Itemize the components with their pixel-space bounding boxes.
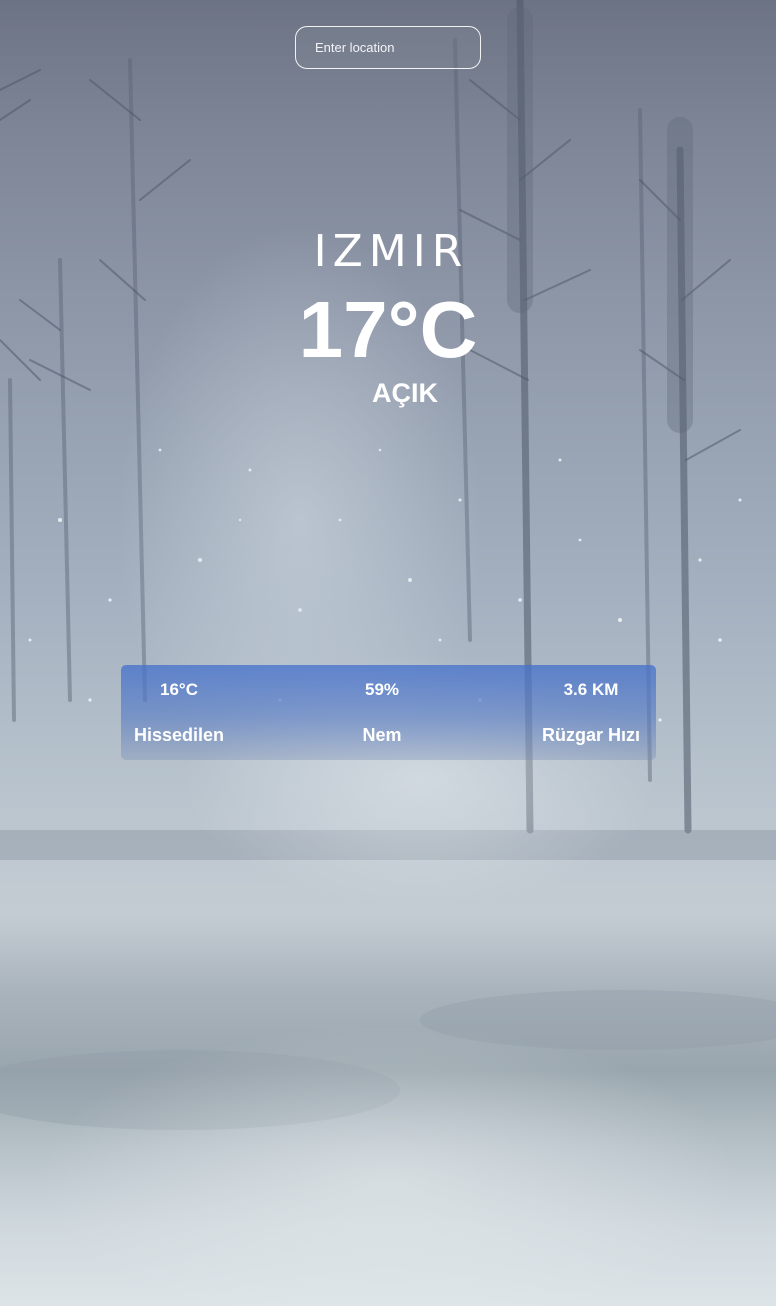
weather-details-panel: 16°C Hissedilen 59% Nem 3.6 KM Rüzgar Hı… [121, 665, 656, 760]
location-search-input[interactable] [295, 26, 481, 69]
humidity-label: Nem [362, 725, 402, 745]
city-name: IZMIR [313, 226, 469, 277]
weather-description: AÇIK [372, 378, 438, 408]
current-temperature: 17°C [298, 285, 478, 374]
fog-overlay [0, 0, 776, 1306]
feels-like-value: 16°C [160, 680, 198, 699]
humidity-value: 59% [364, 680, 400, 699]
wind-speed-value: 3.6 KM [563, 680, 619, 699]
feels-like-label: Hissedilen [133, 725, 225, 745]
wind-speed-label: Rüzgar Hızı [541, 725, 640, 745]
